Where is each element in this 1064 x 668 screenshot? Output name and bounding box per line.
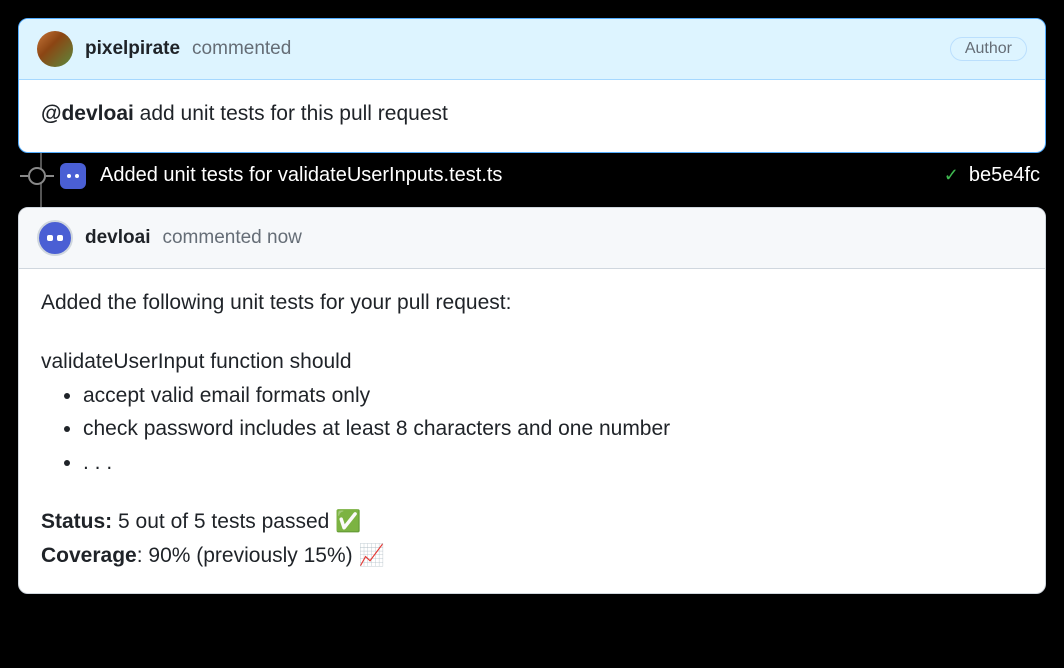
status-label: Status: bbox=[41, 510, 112, 533]
commit-row[interactable]: Added unit tests for validateUserInputs.… bbox=[18, 153, 1046, 199]
username[interactable]: devloai bbox=[85, 227, 150, 249]
comment-header: devloai commented now bbox=[19, 208, 1045, 269]
author-badge: Author bbox=[950, 37, 1027, 61]
comment-action: commented bbox=[192, 38, 291, 60]
comment-action: commented now bbox=[162, 227, 301, 249]
body-intro: Added the following unit tests for your … bbox=[41, 287, 1023, 319]
tests-list: accept valid email formats only check pa… bbox=[41, 380, 1023, 479]
commit-hash[interactable]: be5e4fc bbox=[969, 164, 1040, 187]
coverage-value: : 90% (previously 15%) 📈 bbox=[137, 544, 385, 567]
comment-card-bot: devloai commented now Added the followin… bbox=[18, 207, 1046, 595]
status-line: Status: 5 out of 5 tests passed ✅ bbox=[41, 506, 1023, 538]
coverage-line: Coverage: 90% (previously 15%) 📈 bbox=[41, 540, 1023, 572]
bot-avatar-icon bbox=[60, 163, 86, 189]
status-value: 5 out of 5 tests passed ✅ bbox=[112, 510, 361, 533]
mention[interactable]: @devloai bbox=[41, 102, 134, 125]
username[interactable]: pixelpirate bbox=[85, 38, 180, 60]
comment-body: Added the following unit tests for your … bbox=[19, 269, 1045, 594]
comment-body: @devloai add unit tests for this pull re… bbox=[19, 80, 1045, 152]
body-subhead: validateUserInput function should bbox=[41, 346, 1023, 378]
avatar-user[interactable] bbox=[37, 31, 73, 67]
commit-node-icon bbox=[28, 167, 46, 185]
comment-card-user: pixelpirate commented Author @devloai ad… bbox=[18, 18, 1046, 153]
list-item: check password includes at least 8 chara… bbox=[83, 413, 1023, 445]
comment-text: add unit tests for this pull request bbox=[134, 102, 448, 125]
commit-status: ✓ be5e4fc bbox=[944, 164, 1040, 187]
bot-avatar-icon[interactable] bbox=[37, 220, 73, 256]
coverage-label: Coverage bbox=[41, 544, 137, 567]
commit-message[interactable]: Added unit tests for validateUserInputs.… bbox=[100, 164, 502, 187]
list-item: accept valid email formats only bbox=[83, 380, 1023, 412]
comment-header: pixelpirate commented Author bbox=[19, 19, 1045, 80]
check-icon: ✓ bbox=[944, 165, 959, 186]
list-item: . . . bbox=[83, 447, 1023, 479]
